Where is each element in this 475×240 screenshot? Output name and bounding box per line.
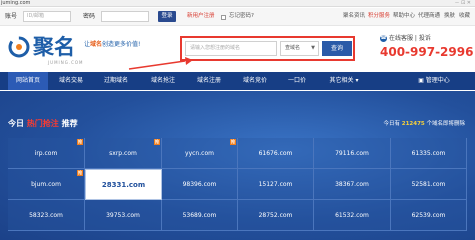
nav-item-manage[interactable]: ▣ 管理中心 [412,72,456,90]
domain-cell[interactable]: 79116.com [314,138,391,169]
domain-cell[interactable]: 62539.com [391,200,467,231]
domain-cell[interactable]: 61335.com [391,138,467,169]
search-button[interactable]: 查询 [322,41,352,56]
domain-cell[interactable]: 53689.com [162,200,238,231]
top-link-news[interactable]: 聚名资讯 [343,12,365,21]
domain-cell[interactable]: 61532.com [314,200,391,231]
hot-domain-grid: irp.com 抢 sxrp.com 抢 yycn.com 抢 61676.com 7… [8,138,467,231]
domain-cell[interactable]: bjum.com 抢 [8,169,85,200]
register-link[interactable]: 新用户注册 [187,12,215,21]
hotline-label: ☎ 在线客服 | 投诉 [380,35,431,42]
domain-cell[interactable]: 15127.com [238,169,314,200]
nav-item-auction[interactable]: 域名竞价 [236,72,274,90]
deleting-count: 今日有 212475 个域名即将删除 [383,121,466,127]
domain-cell[interactable]: 39753.com [85,200,162,231]
username-label: 账号 [5,13,18,20]
nav-item-other[interactable]: 其它相关 ▾ [321,72,367,90]
nav-item-backorder[interactable]: 域名抢注 [144,72,182,90]
nav-item-expired[interactable]: 过期域名 [97,72,135,90]
logo-text[interactable]: 聚名 [33,36,75,58]
address-bar[interactable]: juming.com [1,0,30,7]
domain-cell[interactable]: irp.com 抢 [8,138,85,169]
hotline-number: 400-997-2996 [380,45,474,59]
hot-title: 今日 热门抢注 推荐 [8,119,78,128]
nav-item-register[interactable]: 域名注册 [190,72,228,90]
top-link-agent[interactable]: 代理商通 [418,12,440,21]
window-controls[interactable]: － ⊡ ✕ [454,0,471,7]
monitor-icon: ▣ [418,77,424,84]
top-link-help[interactable]: 帮助中心 [393,12,415,21]
domain-cell-hovered[interactable]: 28331.com [85,169,162,200]
annotation-arrow-icon [128,57,193,70]
domain-cell[interactable]: 52581.com [391,169,467,200]
backorder-badge: 抢 [77,170,83,176]
domain-cell[interactable]: 61676.com [238,138,314,169]
domain-cell[interactable]: 58323.com [8,200,85,231]
top-link-points[interactable]: 积分服务 [368,12,390,21]
username-input[interactable]: ID/邮箱 [23,11,71,22]
browser-toolbar: juming.com － ⊡ ✕ [0,0,475,7]
headset-icon: ☎ [380,35,387,42]
main-nav: 网站首页 域名交易 过期域名 域名抢注 域名注册 域名竞价 一口价 其它相关 ▾… [0,72,475,90]
domain-cell[interactable]: 28752.com [238,200,314,231]
backorder-badge: 抢 [230,139,236,145]
password-input[interactable] [101,11,149,22]
remember-checkbox[interactable] [221,15,226,20]
header: 聚名 JUMING.COM 让域名创造更多价值! 请输入您想注册的域名 查域名 … [0,27,475,71]
forgot-password-link[interactable]: 忘记密码? [229,12,254,21]
nav-item-home[interactable]: 网站首页 [8,72,48,90]
chevron-down-icon: ▼ [311,45,315,51]
backorder-badge: 抢 [77,139,83,145]
domain-cell[interactable]: sxrp.com 抢 [85,138,162,169]
chevron-down-icon: ▾ [355,77,359,84]
domain-cell[interactable]: 98396.com [162,169,238,200]
nav-item-fixed-price[interactable]: 一口价 [282,72,312,90]
backorder-badge: 抢 [154,139,160,145]
domain-cell[interactable]: 38367.com [314,169,391,200]
login-button[interactable]: 登录 [158,11,176,22]
top-link-favorite[interactable]: 收藏 [459,12,470,21]
top-link-skin[interactable]: 换肤 [444,12,455,21]
search-type-select[interactable]: 查域名 ▼ [280,41,319,56]
nav-item-trade[interactable]: 域名交易 [52,72,90,90]
login-bar: 账号 ID/邮箱 密码 登录 新用户注册 忘记密码? 聚名资讯 积分服务 帮助中… [0,8,475,26]
password-label: 密码 [83,13,96,20]
logo-subtitle: JUMING.COM [48,60,84,65]
domain-cell[interactable]: yycn.com 抢 [162,138,238,169]
hot-domains-section: 今日 热门抢注 推荐 今日有 212475 个域名即将删除 irp.com 抢 s… [0,91,475,240]
logo-mark-icon[interactable] [8,36,30,58]
